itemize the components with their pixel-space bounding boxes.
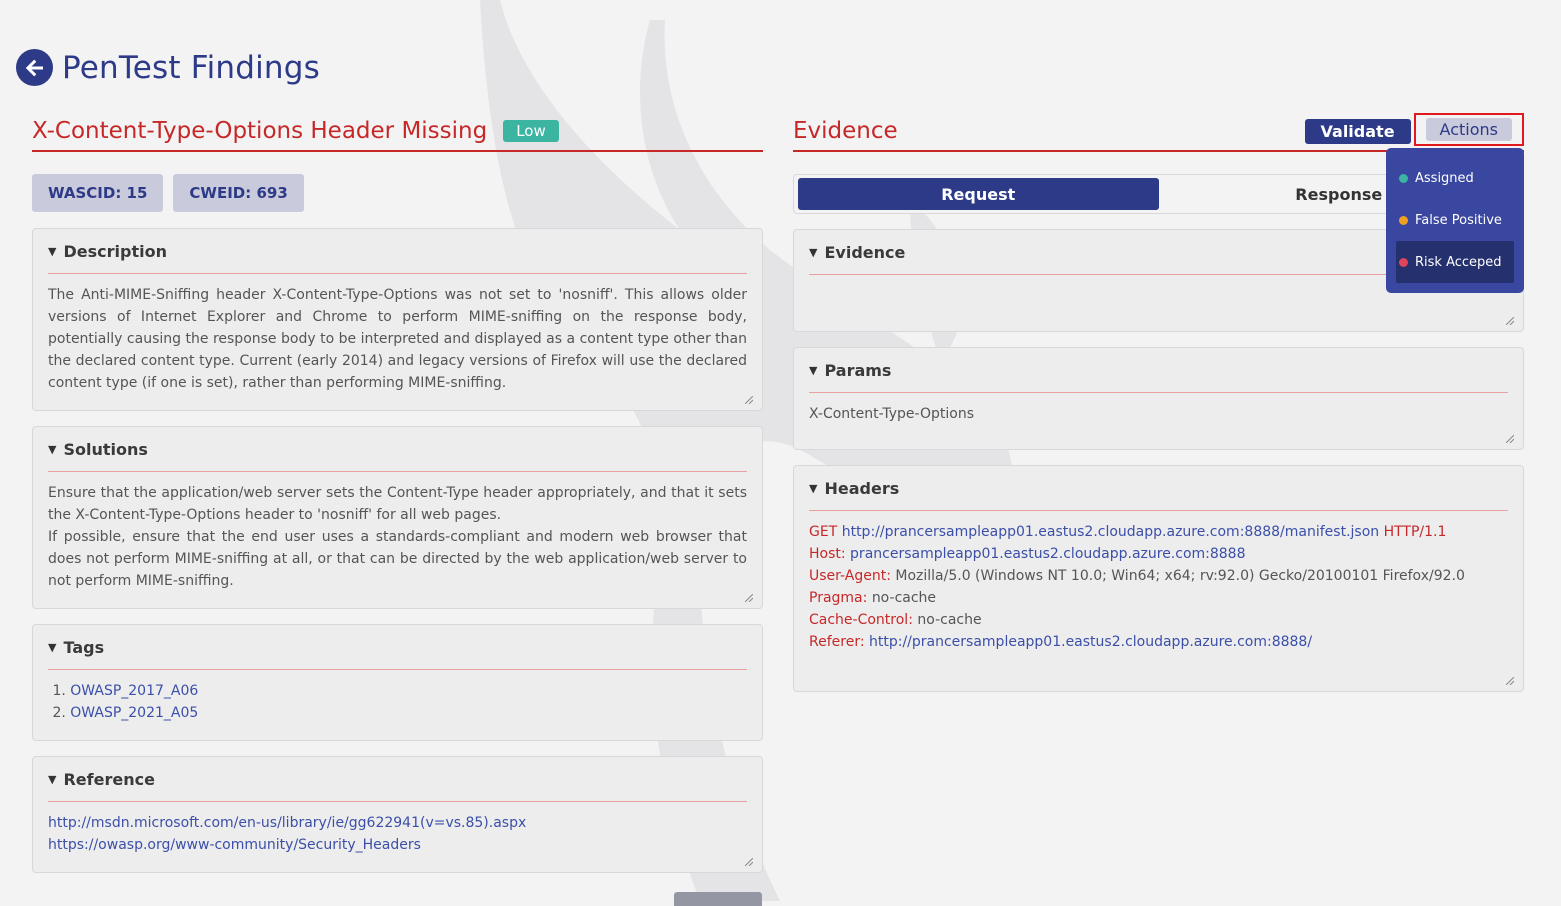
tags-label: Tags xyxy=(63,637,105,657)
header-key: Cache-Control: xyxy=(809,612,913,628)
header-value[interactable]: prancersampleapp01.eastus2.cloudapp.azur… xyxy=(850,546,1245,562)
arrow-left-icon xyxy=(25,59,43,76)
solutions-line: If possible, ensure that the end user us… xyxy=(48,529,747,589)
page-title: PenTest Findings xyxy=(62,49,321,86)
caret-down-icon: ▼ xyxy=(48,640,57,654)
reference-link[interactable]: https://owasp.org/www-community/Security… xyxy=(48,834,747,856)
reference-link[interactable]: http://msdn.microsoft.com/en-us/library/… xyxy=(48,812,747,834)
tag-link[interactable]: OWASP_2021_A05 xyxy=(70,705,198,721)
header-line: Host: prancersampleapp01.eastus2.cloudap… xyxy=(809,543,1508,565)
tab-request[interactable]: Request xyxy=(798,178,1159,210)
header-key: User-Agent: xyxy=(809,568,891,584)
headers-toggle[interactable]: ▼ Headers xyxy=(809,466,1508,511)
headers-panel: ▼ Headers GET http://prancersampleapp01.… xyxy=(793,465,1524,692)
back-button[interactable] xyxy=(16,49,53,86)
actions-button[interactable]: Actions xyxy=(1425,117,1512,141)
params-panel: ▼ Params X-Content-Type-Options xyxy=(793,347,1524,450)
resize-handle-icon[interactable] xyxy=(1506,435,1514,443)
resize-handle-icon[interactable] xyxy=(745,858,753,866)
reference-panel: ▼ Reference http://msdn.microsoft.com/en… xyxy=(32,756,763,873)
params-toggle[interactable]: ▼ Params xyxy=(809,348,1508,393)
description-text: The Anti-MIME-Sniffing header X-Content-… xyxy=(48,287,747,391)
header-value: no-cache xyxy=(917,612,982,628)
solutions-line: Ensure that the application/web server s… xyxy=(48,485,747,523)
reference-toggle[interactable]: ▼ Reference xyxy=(48,757,747,802)
wascid-chip: WASCID: 15 xyxy=(32,174,164,212)
request-url[interactable]: http://prancersampleapp01.eastus2.clouda… xyxy=(842,524,1379,540)
menu-item-label: Risk Acceped xyxy=(1415,254,1502,270)
resize-handle-icon[interactable] xyxy=(745,594,753,602)
solutions-toggle[interactable]: ▼ Solutions xyxy=(48,427,747,472)
actions-dropdown: Assigned False Positive Risk Acceped xyxy=(1386,148,1524,293)
header-line: Cache-Control: no-cache xyxy=(809,609,1508,631)
tags-panel: ▼ Tags 1. OWASP_2017_A06 2. OWASP_2021_A… xyxy=(32,624,763,741)
http-version: HTTP/1.1 xyxy=(1383,524,1447,540)
header-line: Referer: http://prancersampleapp01.eastu… xyxy=(809,631,1508,653)
cweid-chip: CWEID: 693 xyxy=(173,174,304,212)
tags-list: 1. OWASP_2017_A06 2. OWASP_2021_A05 xyxy=(48,670,747,724)
header-line: Pragma: no-cache xyxy=(809,587,1508,609)
evidence-header: Evidence Validate Actions xyxy=(793,112,1524,152)
description-label: Description xyxy=(63,241,167,261)
solutions-panel: ▼ Solutions Ensure that the application/… xyxy=(32,426,763,609)
header-line: GET http://prancersampleapp01.eastus2.cl… xyxy=(809,521,1508,543)
actions-highlight: Actions xyxy=(1413,112,1524,146)
header-key: Referer: xyxy=(809,634,865,650)
header-line: User-Agent: Mozilla/5.0 (Windows NT 10.0… xyxy=(809,565,1508,587)
list-item: 1. OWASP_2017_A06 xyxy=(48,683,199,699)
resize-handle-icon[interactable] xyxy=(1506,677,1514,685)
description-toggle[interactable]: ▼ Description xyxy=(48,229,747,274)
caret-down-icon: ▼ xyxy=(48,442,57,456)
header-key: Host: xyxy=(809,546,846,562)
tag-link[interactable]: OWASP_2017_A06 xyxy=(70,683,198,699)
headers-text: GET http://prancersampleapp01.eastus2.cl… xyxy=(809,511,1508,653)
params-text: X-Content-Type-Options xyxy=(809,406,975,422)
menu-item-label: Assigned xyxy=(1415,170,1474,186)
tags-toggle[interactable]: ▼ Tags xyxy=(48,625,747,670)
caret-down-icon: ▼ xyxy=(48,772,57,786)
evidence-label: Evidence xyxy=(824,242,906,262)
resize-handle-icon[interactable] xyxy=(1506,317,1514,325)
headers-label: Headers xyxy=(824,478,900,498)
description-panel: ▼ Description The Anti-MIME-Sniffing hea… xyxy=(32,228,763,411)
caret-down-icon: ▼ xyxy=(809,363,818,377)
list-item: 2. OWASP_2021_A05 xyxy=(48,705,199,721)
page-header: PenTest Findings xyxy=(16,49,320,86)
status-dot-icon xyxy=(1399,215,1408,225)
header-value: Mozilla/5.0 (Windows NT 10.0; Win64; x64… xyxy=(895,568,1465,584)
severity-badge: Low xyxy=(503,120,559,142)
finding-details: X-Content-Type-Options Header Missing Lo… xyxy=(32,112,763,873)
evidence-title: Evidence xyxy=(793,118,898,144)
params-label: Params xyxy=(824,360,892,380)
header-value: no-cache xyxy=(871,590,937,606)
caret-down-icon: ▼ xyxy=(809,481,818,495)
header-value[interactable]: http://prancersampleapp01.eastus2.clouda… xyxy=(869,634,1312,650)
menu-item-false-positive[interactable]: False Positive xyxy=(1396,199,1514,241)
finding-title: X-Content-Type-Options Header Missing xyxy=(32,118,488,144)
menu-item-risk-accepted[interactable]: Risk Acceped xyxy=(1396,241,1514,283)
bottom-action-button[interactable] xyxy=(674,892,762,906)
finding-header: X-Content-Type-Options Header Missing Lo… xyxy=(32,112,763,152)
status-dot-icon xyxy=(1399,173,1408,183)
menu-item-assigned[interactable]: Assigned xyxy=(1396,157,1514,199)
header-key: Pragma: xyxy=(809,590,868,606)
caret-down-icon: ▼ xyxy=(809,245,818,259)
status-dot-icon xyxy=(1399,257,1408,267)
solutions-label: Solutions xyxy=(63,439,148,459)
validate-button[interactable]: Validate xyxy=(1304,118,1411,144)
solutions-text: Ensure that the application/web server s… xyxy=(48,472,747,592)
caret-down-icon: ▼ xyxy=(48,244,57,258)
reference-label: Reference xyxy=(63,769,155,789)
reference-links: http://msdn.microsoft.com/en-us/library/… xyxy=(48,802,747,856)
http-method: GET xyxy=(809,524,838,540)
id-chips: WASCID: 15 CWEID: 693 xyxy=(32,174,763,212)
menu-item-label: False Positive xyxy=(1415,212,1502,228)
resize-handle-icon[interactable] xyxy=(745,396,753,404)
